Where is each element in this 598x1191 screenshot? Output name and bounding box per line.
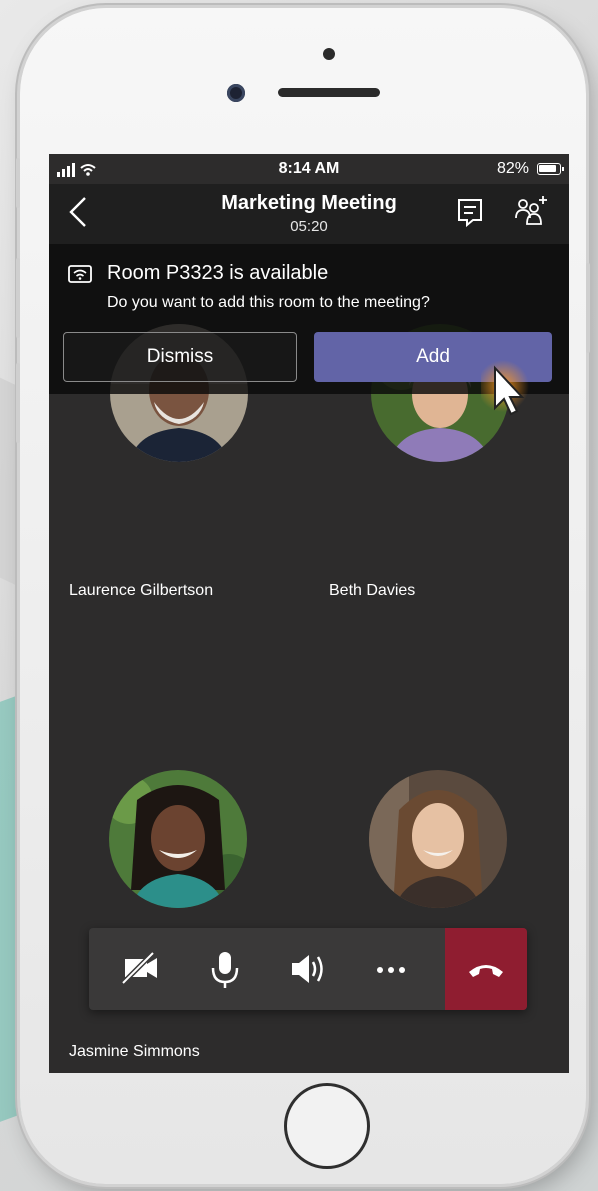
mute-switch — [16, 158, 20, 208]
microphone-button[interactable] — [184, 928, 266, 1010]
hang-up-button[interactable] — [445, 928, 527, 1010]
call-controls — [89, 928, 527, 1010]
more-icon — [377, 967, 405, 973]
volume-down-button — [16, 363, 20, 443]
participants-button[interactable] — [513, 194, 549, 233]
room-title: Room P3323 is available — [107, 262, 329, 284]
earpiece-speaker — [278, 88, 380, 97]
room-wifi-icon — [67, 264, 93, 291]
camera-off-icon — [121, 951, 157, 985]
home-button[interactable] — [284, 1083, 370, 1169]
mouse-cursor — [477, 354, 541, 424]
participant-name: Jasmine Simmons — [69, 1043, 200, 1060]
participant-name: Beth Davies — [329, 582, 416, 599]
power-button — [586, 263, 590, 353]
status-bar: 8:14 AM 82% — [49, 154, 569, 184]
proximity-sensor — [323, 48, 335, 60]
microphone-icon — [211, 952, 239, 988]
meeting-header: Marketing Meeting 05:20 — [49, 184, 569, 244]
camera-toggle-button[interactable] — [101, 928, 183, 1010]
meeting-title: Marketing Meeting — [221, 192, 397, 214]
dismiss-button[interactable]: Dismiss — [63, 332, 297, 382]
battery-percent: 82% — [496, 160, 529, 177]
avatar — [109, 770, 247, 908]
speaker-button[interactable] — [267, 928, 349, 1010]
chat-button[interactable] — [455, 196, 487, 233]
more-options-button[interactable] — [350, 928, 432, 1010]
status-time: 8:14 AM — [278, 160, 340, 177]
speaker-icon — [292, 955, 323, 983]
room-question: Do you want to add this room to the meet… — [107, 294, 430, 311]
add-people-icon — [515, 196, 547, 225]
volume-up-button — [16, 258, 20, 338]
avatar — [369, 770, 507, 908]
participant-name: Laurence Gilbertson — [69, 582, 214, 599]
hang-up-icon — [469, 965, 503, 977]
chat-icon — [458, 199, 482, 228]
phone-screen: Laurence Gilbertson Beth Davies Jasmine … — [49, 154, 569, 1073]
meeting-timer: 05:20 — [290, 218, 328, 235]
front-camera — [227, 84, 245, 102]
battery-icon — [537, 163, 564, 175]
